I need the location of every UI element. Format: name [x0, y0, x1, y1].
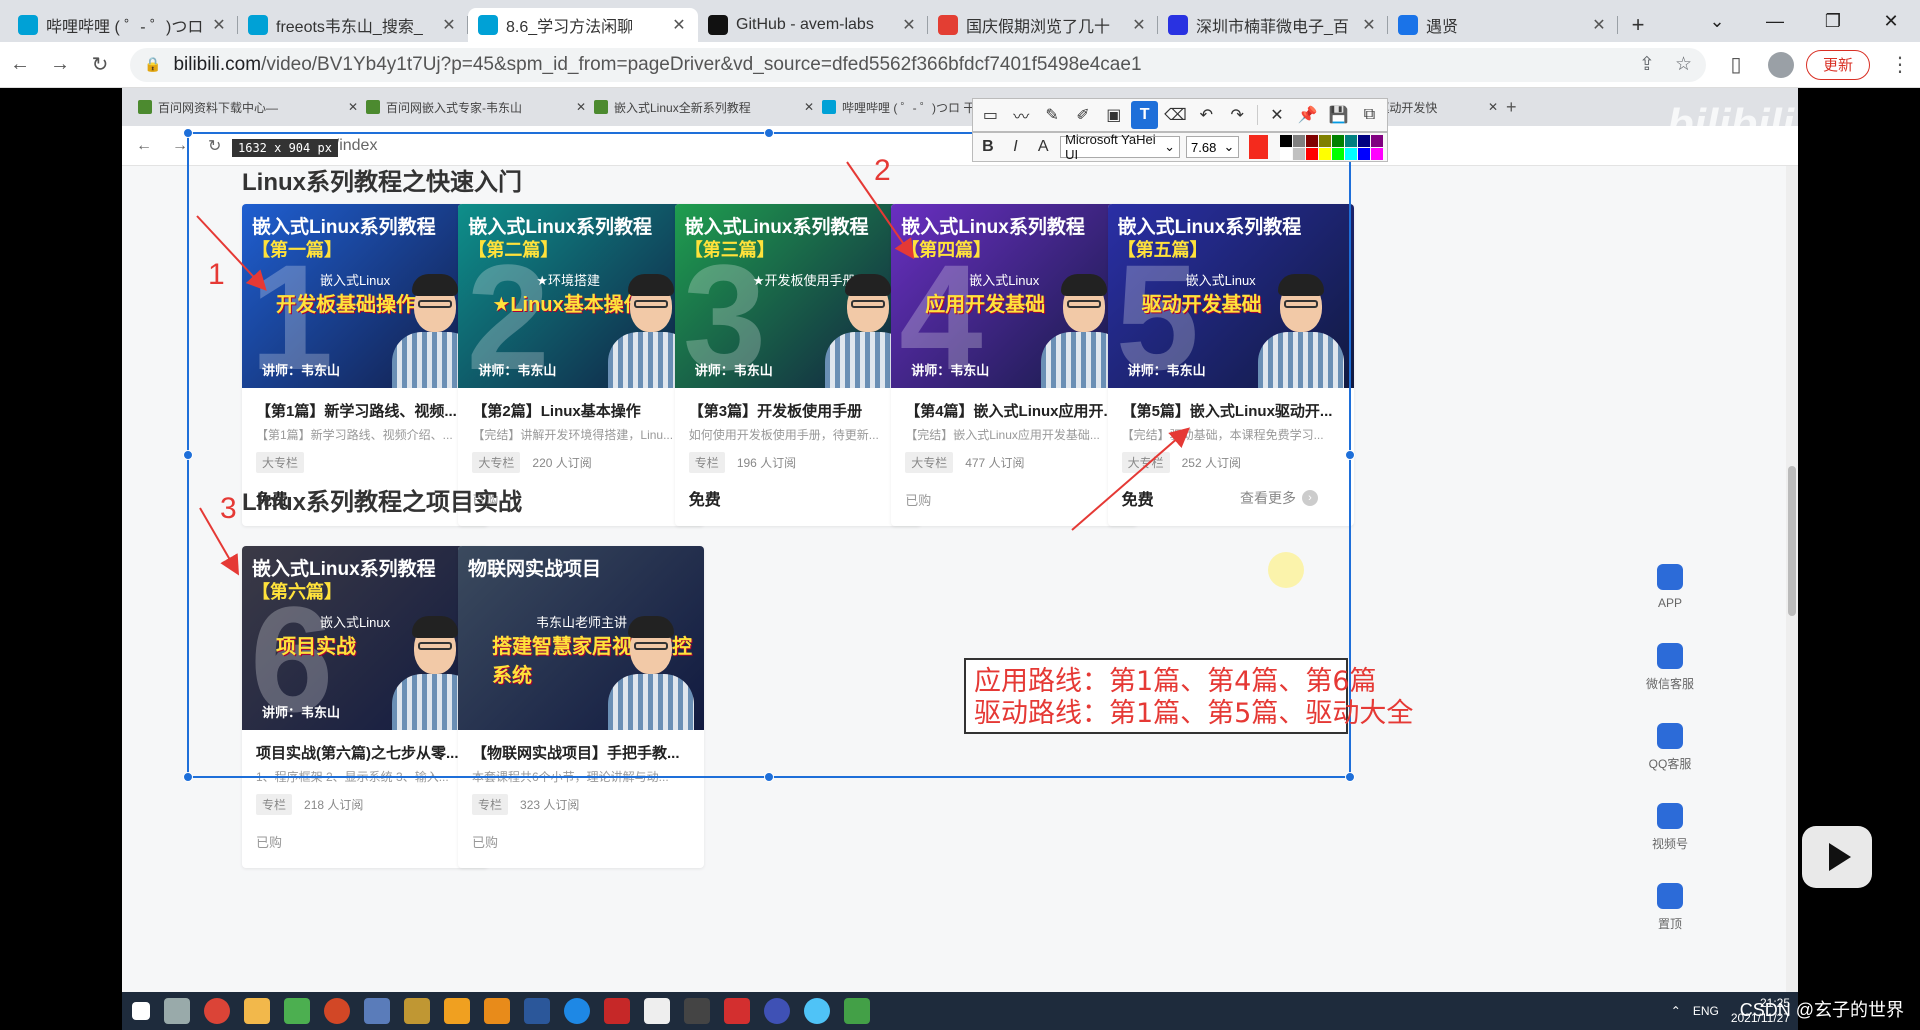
- browser-tab-label: 遇贤: [1426, 19, 1459, 36]
- bookmark-star-icon[interactable]: ☆: [1675, 53, 1692, 76]
- minimize-button[interactable]: —: [1746, 0, 1804, 42]
- forward-button[interactable]: →: [40, 53, 80, 76]
- language-indicator: ENG: [1692, 1004, 1719, 1018]
- app-icon: [804, 998, 830, 1024]
- browser-tab-label: 8.6_学习方法闲聊: [506, 19, 634, 36]
- close-tab-icon[interactable]: ✕: [670, 15, 688, 35]
- close-tab-icon[interactable]: ✕: [440, 15, 458, 35]
- csdn-icon: [938, 15, 958, 35]
- tab-divider: [1617, 16, 1618, 34]
- annotation-line-driver-route: 驱动路线：第1篇、第5篇、驱动大全: [974, 698, 1414, 729]
- browser-tab-label: 深圳市楠菲微电子_百: [1196, 19, 1349, 36]
- browser-tab[interactable]: 国庆假期浏览了几十 ✕: [928, 8, 1158, 42]
- close-window-button[interactable]: ✕: [1862, 0, 1920, 42]
- bilibili-icon: [18, 15, 38, 35]
- file-explorer-icon: [244, 998, 270, 1024]
- chevron-up-icon: ⌃: [1670, 1004, 1681, 1018]
- close-tab-icon[interactable]: ✕: [1130, 15, 1148, 35]
- reload-button[interactable]: ↻: [80, 52, 120, 77]
- browser-tab-label: 国庆假期浏览了几十: [966, 19, 1111, 36]
- browser-tab[interactable]: GitHub - avem-labs ✕: [698, 8, 928, 42]
- browser-tab-label: GitHub - avem-labs: [736, 16, 874, 33]
- close-tab-icon[interactable]: ✕: [210, 15, 228, 35]
- browser-tab[interactable]: 8.6_学习方法闲聊 ✕: [468, 8, 698, 42]
- browser-tab-label: 哔哩哔哩 ( ゜- ゜)つロ: [46, 19, 204, 36]
- app-icon: [684, 998, 710, 1024]
- calculator-icon: [364, 998, 390, 1024]
- browser-tab[interactable]: 哔哩哔哩 ( ゜- ゜)つロ ✕: [8, 8, 238, 42]
- cursor-highlight: [1268, 552, 1304, 588]
- maximize-button[interactable]: ❐: [1804, 0, 1862, 42]
- menu-kebab-icon[interactable]: ⋮: [1880, 52, 1920, 77]
- url-input[interactable]: 🔒 bilibili.com/video/BV1Yb4y1t7Uj?p=45&s…: [130, 47, 1706, 82]
- search-app-icon: [484, 998, 510, 1024]
- play-button[interactable]: [1802, 826, 1872, 888]
- video-player[interactable]: 百问网资料下载中心— ✕ 百问网嵌入式专家-韦东山 ✕ 嵌入式Linux全新系列教程 ✕ 哔…: [0, 88, 1920, 1030]
- close-tab-icon[interactable]: ✕: [1590, 15, 1608, 35]
- annotation-arrows: [196, 161, 1191, 576]
- github-icon: [708, 15, 728, 35]
- chrome-icon: [204, 998, 230, 1024]
- baidu-icon: [1168, 15, 1188, 35]
- url-path: /video/BV1Yb4y1t7Uj?p=45&spm_id_from=pag…: [261, 53, 1142, 75]
- app-icon: [404, 998, 430, 1024]
- browser-tab[interactable]: freeots韦东山_搜索_ ✕: [238, 8, 468, 42]
- arrow-4: [1071, 427, 1191, 531]
- inner-taskbar: ⌃ ENG 21:25 2021/11/27: [122, 992, 1798, 1030]
- recorded-screen: 百问网资料下载中心— ✕ 百问网嵌入式专家-韦东山 ✕ 嵌入式Linux全新系列教程 ✕ 哔…: [122, 88, 1798, 1030]
- window-controls: ⌄ — ❐ ✕: [1688, 0, 1920, 42]
- close-tab-icon[interactable]: ✕: [900, 15, 918, 35]
- bilibili-icon: [478, 15, 498, 35]
- lock-icon: 🔒: [144, 56, 162, 72]
- windows-start-icon: [132, 1002, 150, 1020]
- new-tab-button[interactable]: +: [1618, 8, 1658, 42]
- browser-tab[interactable]: 深圳市楠菲微电子_百 ✕: [1158, 8, 1388, 42]
- share-icon[interactable]: ⇪: [1639, 53, 1655, 76]
- profile-avatar[interactable]: [1767, 51, 1794, 78]
- url-domain: bilibili.com: [173, 53, 262, 75]
- browser-address-bar: ← → ↻ 🔒 bilibili.com/video/BV1Yb4y1t7Uj?…: [0, 42, 1920, 88]
- back-button[interactable]: ←: [0, 53, 40, 76]
- close-tab-icon[interactable]: ✕: [1360, 15, 1378, 35]
- task-view-icon: [164, 998, 190, 1024]
- edge-icon: [1398, 15, 1418, 35]
- update-button[interactable]: 更新: [1805, 49, 1870, 80]
- browser-tab-label: freeots韦东山_搜索_: [276, 19, 423, 36]
- browser-tab-bar: 哔哩哔哩 ( ゜- ゜)つロ ✕ freeots韦东山_搜索_ ✕ 8.6_学习方法闲聊…: [0, 0, 1920, 42]
- annotation-number-1: 1: [208, 258, 225, 291]
- app-icon: [844, 998, 870, 1024]
- browser-tab[interactable]: 遇贤 ✕: [1388, 8, 1618, 42]
- sidepanel-icon[interactable]: ▯: [1716, 52, 1756, 77]
- app-icon: [764, 998, 790, 1024]
- tab-search-icon[interactable]: ⌄: [1688, 0, 1746, 42]
- app-icon: [444, 998, 470, 1024]
- app-icon: [284, 998, 310, 1024]
- bilibili-icon: [248, 15, 268, 35]
- annotation-text-box[interactable]: 应用路线：第1篇、第4篇、第6篇 驱动路线：第1篇、第5篇、驱动大全: [964, 658, 1414, 734]
- annotation-line-app-route: 应用路线：第1篇、第4篇、第6篇: [974, 666, 1377, 697]
- annotation-number-3: 3: [220, 492, 237, 525]
- annotation-number-2: 2: [874, 154, 891, 187]
- typora-icon: [644, 998, 670, 1024]
- word-icon: [524, 998, 550, 1024]
- filezilla-icon: [724, 998, 750, 1024]
- powerpoint-icon: [324, 998, 350, 1024]
- app-icon: [604, 998, 630, 1024]
- app-icon: [564, 998, 590, 1024]
- csdn-watermark: CSDN @玄子的世界: [1739, 1000, 1904, 1020]
